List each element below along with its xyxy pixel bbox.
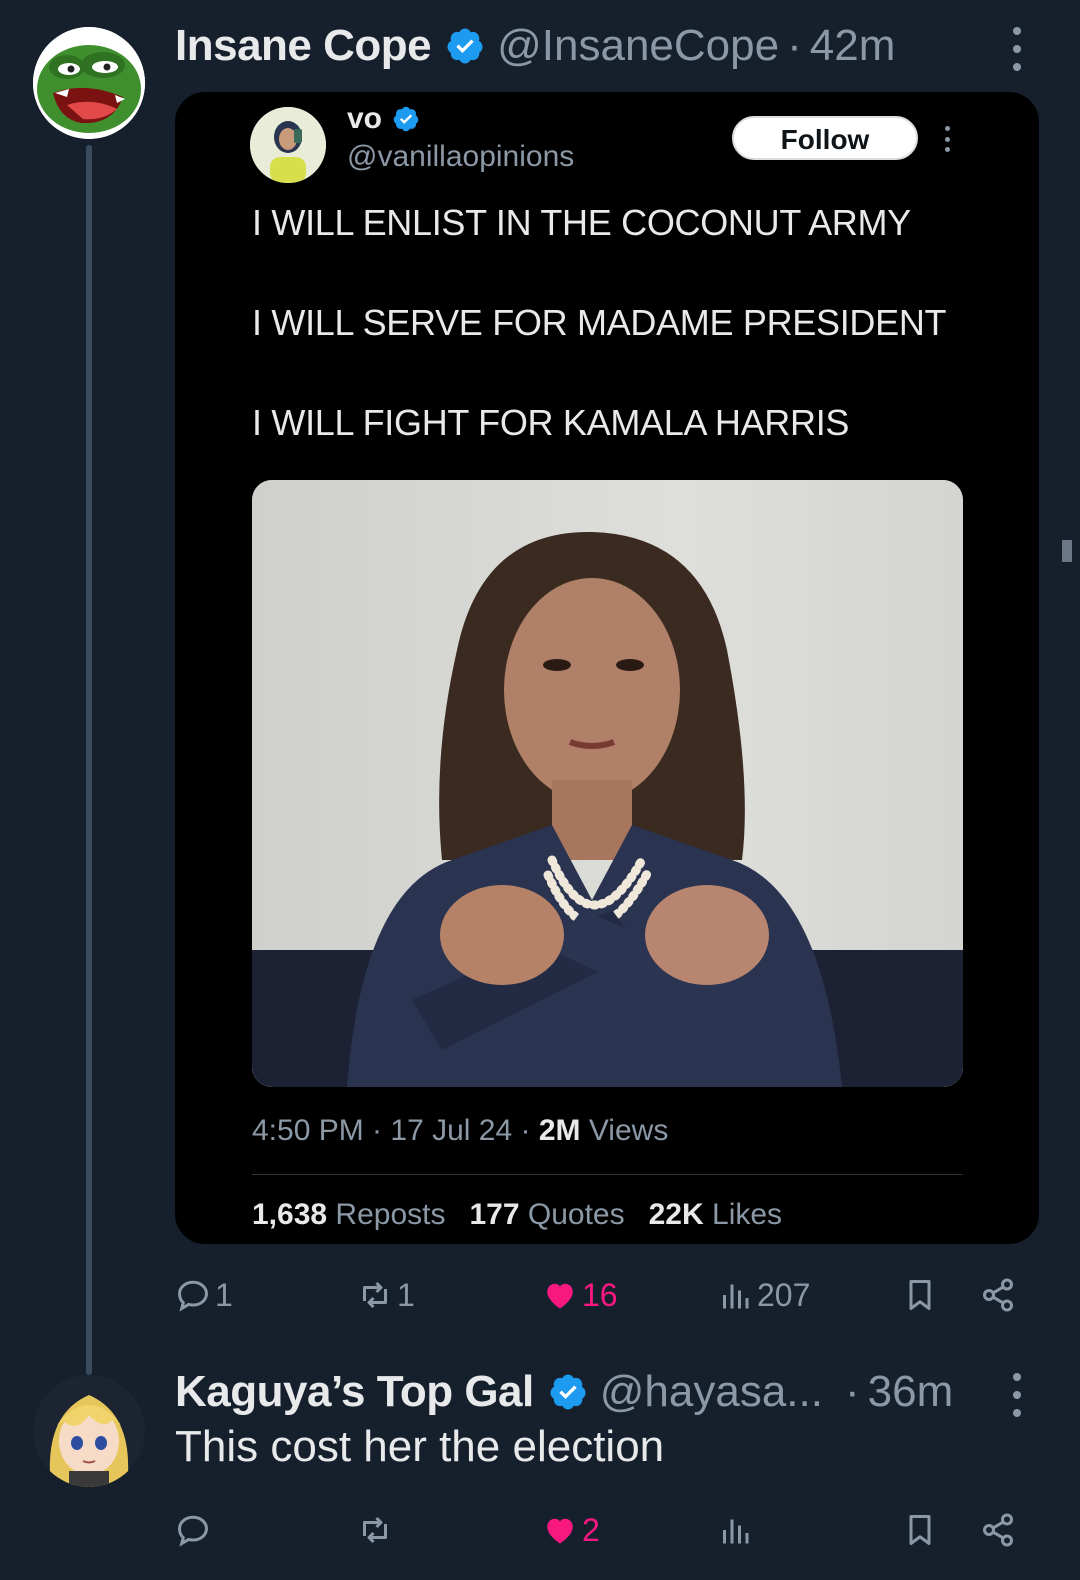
share-icon: [983, 1278, 1013, 1312]
reply-button[interactable]: [175, 1505, 215, 1555]
quotes-label: Quotes: [527, 1198, 625, 1231]
reply-text: This cost her the election: [175, 1422, 665, 1471]
follow-button: Follow: [732, 116, 918, 160]
embedded-stats: 1,638 Reposts 177 Quotes 22K Likes: [252, 1198, 782, 1232]
repost-count: 1: [397, 1276, 415, 1313]
like-button[interactable]: 2: [542, 1505, 600, 1555]
embedded-text-line: I WILL FIGHT FOR KAMALA HARRIS: [252, 402, 850, 443]
reply-icon: [177, 1515, 209, 1547]
heart-icon: [547, 1518, 573, 1544]
author-handle[interactable]: @hayasa...: [600, 1367, 823, 1417]
embedded-timestamp: 4:50 PM · 17 Jul 24 ·: [252, 1114, 531, 1147]
repost-button[interactable]: 1: [357, 1270, 415, 1320]
author-handle[interactable]: @InsaneCope: [497, 21, 779, 71]
post-time[interactable]: 36m: [868, 1367, 954, 1417]
bookmark-icon: [909, 1515, 931, 1545]
reply-header: Kaguya’s Top Gal @hayasa... · 36m: [175, 1362, 953, 1422]
embedded-metadata: 4:50 PM · 17 Jul 24 · 2M Views: [252, 1114, 668, 1148]
embedded-author-name: vo: [347, 102, 383, 135]
verified-badge-icon: [393, 106, 419, 132]
embedded-quotes: 177 Quotes: [469, 1198, 624, 1232]
like-count: 2: [582, 1511, 600, 1548]
separator-dot: ·: [844, 1367, 860, 1416]
embedded-handle: @vanillaopinions: [347, 140, 575, 173]
reply-button[interactable]: 1: [175, 1270, 233, 1320]
repost-button[interactable]: [357, 1505, 397, 1555]
likes-label: Likes: [712, 1198, 783, 1231]
share-button[interactable]: [980, 1270, 1016, 1320]
like-button[interactable]: 16: [542, 1270, 618, 1320]
author-name[interactable]: Insane Cope: [175, 21, 432, 71]
embedded-avatar: [250, 107, 326, 183]
post-time[interactable]: 42m: [810, 21, 896, 71]
reply-action-bar: 2: [175, 1505, 1035, 1555]
views-icon: [723, 1284, 749, 1309]
views-icon: [723, 1519, 749, 1544]
verified-badge-icon: [550, 1374, 586, 1410]
more-options-icon: [942, 126, 952, 152]
divider: [252, 1174, 963, 1175]
post-action-bar: 1 1 16 207: [175, 1270, 1035, 1320]
embedded-text-line: I WILL SERVE FOR MADAME PRESIDENT: [252, 302, 947, 343]
like-count: 16: [582, 1276, 618, 1313]
share-icon: [983, 1513, 1013, 1547]
embedded-author: vo: [347, 102, 432, 136]
embedded-reposts: 1,638 Reposts: [252, 1198, 445, 1232]
bookmark-button[interactable]: [902, 1505, 938, 1555]
avatar-insane-cope[interactable]: [33, 27, 145, 139]
embedded-photo: [252, 480, 963, 1087]
bookmark-icon: [909, 1280, 931, 1310]
reply-count: 1: [215, 1276, 233, 1313]
post-header: Insane Cope @InsaneCope · 42m: [175, 16, 895, 76]
bookmark-button[interactable]: [902, 1270, 938, 1320]
verified-badge-icon: [447, 28, 483, 64]
repost-icon: [363, 1516, 387, 1544]
reposts-label: Reposts: [335, 1198, 446, 1231]
likes-count: 22K: [648, 1198, 704, 1231]
views-button[interactable]: [717, 1505, 757, 1555]
views-button[interactable]: 207: [717, 1270, 810, 1320]
more-options-icon[interactable]: [1009, 1373, 1025, 1417]
repost-icon: [363, 1281, 387, 1309]
scrollbar[interactable]: [1062, 540, 1072, 562]
thread-line: [86, 145, 92, 1375]
timeline: Insane Cope @InsaneCope · 42m vo @vanill…: [0, 0, 1080, 1580]
embedded-likes: 22K Likes: [649, 1198, 782, 1232]
more-options-icon[interactable]: [1009, 27, 1025, 71]
share-button[interactable]: [980, 1505, 1016, 1555]
reply-icon: [177, 1280, 209, 1312]
heart-icon: [547, 1283, 573, 1309]
embedded-tweet-image[interactable]: vo @vanillaopinions Follow I WILL ENLIST…: [175, 92, 1039, 1244]
avatar-kaguyas-top-gal[interactable]: [33, 1375, 145, 1487]
embedded-views-label: Views: [588, 1114, 669, 1147]
reposts-count: 1,638: [252, 1198, 328, 1231]
views-count: 207: [757, 1276, 811, 1313]
embedded-views-count: 2M: [538, 1114, 581, 1147]
quotes-count: 177: [469, 1198, 520, 1231]
author-name[interactable]: Kaguya’s Top Gal: [175, 1367, 534, 1417]
embedded-text-line: I WILL ENLIST IN THE COCONUT ARMY: [252, 202, 911, 243]
separator-dot: ·: [787, 21, 802, 70]
